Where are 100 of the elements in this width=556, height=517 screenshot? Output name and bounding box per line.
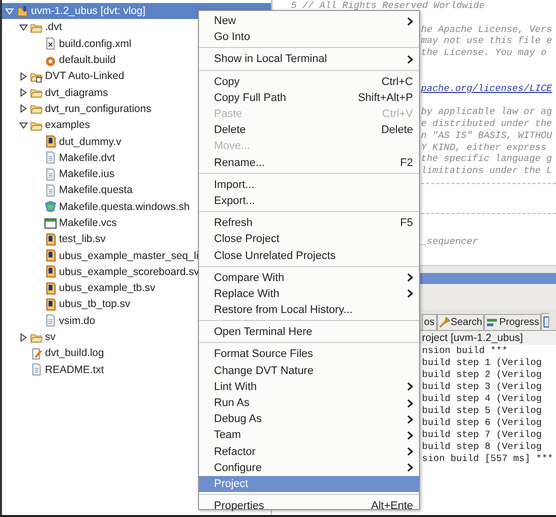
tree-item-label: dvt_diagrams (45, 86, 108, 99)
menu-item-label: Copy Full Path (214, 92, 288, 104)
menu-item[interactable]: Refresh F5 (199, 215, 419, 232)
menu-item-label: Show in Local Terminal (214, 53, 328, 66)
tree-item-label: Makefile.vcs (59, 217, 117, 229)
view-tab[interactable]: os (422, 314, 437, 330)
console-line: build step 5 (Verilog (422, 405, 542, 416)
code-line: may not use this file e (421, 35, 552, 46)
menu-item[interactable]: Go Into (199, 29, 419, 46)
console-line: build step 2 (Verilog (422, 369, 542, 380)
code-line: by applicable law or ag (421, 106, 552, 118)
shortcut-label: Alt+Ente (371, 500, 413, 512)
menu-item[interactable]: Configure (199, 460, 419, 476)
menu-item-label: Run As (214, 397, 250, 410)
menu-item[interactable]: Import... (199, 176, 419, 193)
tree-item-label: Makefile.questa (59, 184, 133, 196)
menu-item[interactable]: Delete Delete (199, 122, 419, 138)
menu-item[interactable]: Debug As (199, 411, 419, 428)
console-line: build step 8 (Verilog (422, 441, 542, 452)
tree-item-label: build.config.xml (59, 38, 132, 50)
tree-item-label: ubus_example_tb.sv (59, 282, 156, 294)
menu-item-label: Configure (214, 462, 263, 474)
tree-item-label: Makefile.questa.windows.sh (59, 200, 190, 213)
menu-item-label: Go Into (214, 31, 252, 44)
tree-item-label: Makefile.ius (59, 168, 114, 180)
code-line: e distributed under the (421, 118, 552, 129)
menu-item-label: Paste (214, 108, 244, 120)
menu-item[interactable]: Close Unrelated Projects (199, 247, 419, 264)
tree-item-label: ubus_tb_top.sv (59, 298, 130, 310)
menu-item[interactable]: Copy Full Path Shift+Alt+P (199, 90, 419, 106)
menu-item[interactable]: Replace With (199, 286, 419, 302)
menu-item-label: Move... (214, 140, 252, 152)
console-line: build step 1 (Verilog (422, 357, 542, 368)
tree-item-label: test_lib.sv (59, 233, 106, 246)
console-line: build step 7 (Verilog (422, 429, 542, 440)
menu-item[interactable]: Restore from Local History... (199, 302, 419, 318)
menu-item[interactable]: Show in Local Terminal (199, 51, 419, 68)
menu-item-label: Refactor (214, 446, 257, 458)
menu-item[interactable]: Close Project (199, 231, 419, 248)
code-link[interactable]: pache.org/licenses/LICE (421, 82, 552, 94)
menu-item-label: Close Project (214, 233, 280, 246)
menu-item[interactable]: Properties Alt+Ente (199, 498, 419, 514)
tree-item-label: .dvt (45, 21, 62, 34)
menu-item-label: Properties (214, 500, 266, 512)
menu-item-label: Refresh (214, 217, 254, 230)
tree-item-label: dut_dummy.v (59, 136, 122, 148)
console-line: build step 4 (Verilog (422, 393, 542, 404)
menu-item[interactable]: Compare With (199, 270, 419, 286)
menu-item-label: Lint With (214, 380, 258, 393)
tree-item-label: vsim.do (59, 314, 96, 327)
menu-item-label: Open Terminal Here (214, 326, 314, 338)
menu-item-label: Team (214, 429, 242, 442)
console-line: sion build [557 ms] *** (422, 453, 554, 464)
console-line: build step 6 (Verilog (422, 417, 542, 428)
menu-item-label: Compare With (214, 272, 286, 284)
code-line: the License. You may o (421, 47, 546, 58)
code-line: he Apache License, Vers (421, 24, 552, 35)
tree-item-label: dvt_run_configurations (45, 102, 152, 115)
tree-item-label: examples (45, 119, 90, 132)
tree-item-label: DVT Auto-Linked (45, 70, 124, 82)
menu-item-label: Debug As (214, 413, 263, 426)
code-line: Y KIND, either express (421, 142, 546, 153)
menu-item-label: Replace With (214, 288, 280, 300)
tree-item-label: ubus_example_scoreboard.sv (59, 266, 200, 278)
menu-item-label: Copy (214, 76, 241, 88)
menu-item[interactable]: Format Source Files (199, 346, 419, 363)
tree-item-label: dvt_build.log (45, 347, 104, 360)
menu-item[interactable]: Rename... F2 (199, 154, 419, 171)
menu-item-label: Import... (214, 178, 256, 191)
shortcut-label: F5 (400, 217, 413, 230)
menu-item[interactable]: Run As (199, 394, 419, 412)
shortcut-label: Ctrl+C (382, 76, 413, 88)
menu-item[interactable]: Lint With (199, 378, 419, 395)
menu-item-label: Change DVT Nature (214, 364, 314, 377)
menu-item-label: Export... (214, 194, 256, 207)
console-title: roject [uvm-1.2_ubus] (422, 332, 523, 344)
shortcut-label: F2 (400, 156, 413, 169)
tree-item-label: uvm-1.2_ubus [dvt: vlog] (31, 5, 146, 18)
tree-item-label: Makefile.dvt (59, 152, 116, 164)
menu-item[interactable]: Change DVT Nature (199, 362, 419, 379)
code-line: n "AS IS" BASIS, WITHOU (421, 130, 552, 141)
view-tab[interactable]: Progress (484, 314, 542, 330)
menu-item[interactable]: Export... (199, 192, 419, 210)
tree-item-label: default.build (59, 54, 116, 66)
tree-item-label: ubus_example_master_seq_li (59, 250, 198, 262)
menu-item[interactable]: Team (199, 427, 419, 444)
menu-item-label: Format Source Files (214, 348, 314, 360)
menu-item[interactable]: Copy Ctrl+C (199, 74, 419, 90)
code-line: 5 // All Rights Reserved Worldwide (291, 0, 485, 11)
shortcut-label: Ctrl+V (382, 108, 413, 120)
tree-item-label: sv (45, 331, 56, 344)
shortcut-label: Delete (381, 124, 413, 136)
menu-item-label: Project (214, 478, 250, 490)
code-line: the specific language g (421, 153, 552, 164)
shortcut-label: Shift+Alt+P (358, 92, 413, 104)
menu-item[interactable]: Open Terminal Here (199, 324, 419, 340)
menu-item-label: Restore from Local History... (214, 304, 354, 316)
console-line: build step 3 (Verilog (422, 381, 542, 392)
menu-item[interactable]: Refactor (199, 444, 419, 460)
view-tab[interactable]: Search (436, 314, 484, 330)
